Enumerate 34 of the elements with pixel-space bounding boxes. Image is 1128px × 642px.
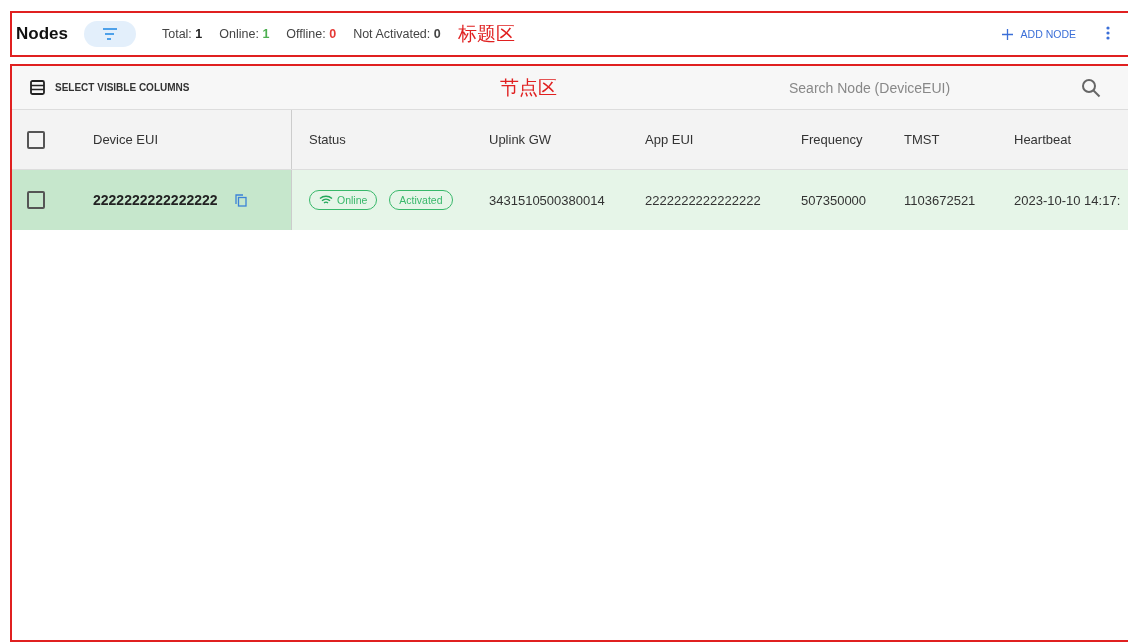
annotation-label: 标题区 bbox=[457, 22, 515, 46]
table-cell: 3431510500380014 bbox=[489, 192, 605, 208]
stat-text: Online: 1 bbox=[219, 27, 270, 41]
search-field[interactable]: Search Node (DeviceEUI) bbox=[787, 78, 1051, 97]
filter-button[interactable] bbox=[83, 21, 136, 47]
column-header[interactable]: TMST bbox=[904, 132, 940, 147]
column-header[interactable]: Frequency bbox=[801, 132, 863, 147]
column-header[interactable]: Heartbeat bbox=[1014, 132, 1072, 147]
wifi-icon bbox=[319, 195, 333, 205]
annotation-label: 节点区 bbox=[500, 75, 557, 100]
page-title: Nodes bbox=[16, 24, 68, 44]
table-cell: 507350000 bbox=[801, 192, 867, 208]
plus-icon bbox=[1001, 28, 1013, 40]
columns-icon bbox=[30, 80, 45, 95]
checkbox[interactable] bbox=[27, 191, 45, 209]
column-header[interactable]: Device EUI bbox=[93, 132, 159, 147]
add-node-button[interactable]: ADD NODE bbox=[995, 27, 1082, 41]
table-cell: 2023-10-10 14:17: bbox=[1014, 192, 1121, 208]
stat-text: Total: 1 bbox=[161, 27, 203, 41]
column-header[interactable]: Status bbox=[309, 132, 346, 147]
stat-text: Offline: 0 bbox=[286, 27, 337, 41]
select-columns-button[interactable]: SELECT VISIBLE COLUMNS bbox=[30, 80, 330, 95]
table-row[interactable]: 2222222222222222 Online Activated 3431510500380014 2222222222222222 507350000 1103672521 2023-10-10 14:17: bbox=[12, 170, 1128, 230]
column-header[interactable]: App EUI bbox=[645, 132, 694, 147]
checkbox[interactable] bbox=[27, 130, 45, 149]
stat-text: Not Activated: 0 bbox=[353, 27, 441, 41]
copy-icon[interactable] bbox=[234, 193, 247, 207]
table-cell: 1103672521 bbox=[904, 192, 976, 208]
column-header[interactable]: Uplink GW bbox=[489, 132, 552, 147]
table-cell: 2222222222222222 bbox=[93, 192, 218, 208]
more-icon bbox=[1106, 25, 1110, 40]
filter-icon bbox=[101, 28, 118, 40]
table-cell: 2222222222222222 bbox=[645, 192, 761, 208]
search-icon[interactable] bbox=[1081, 77, 1101, 98]
